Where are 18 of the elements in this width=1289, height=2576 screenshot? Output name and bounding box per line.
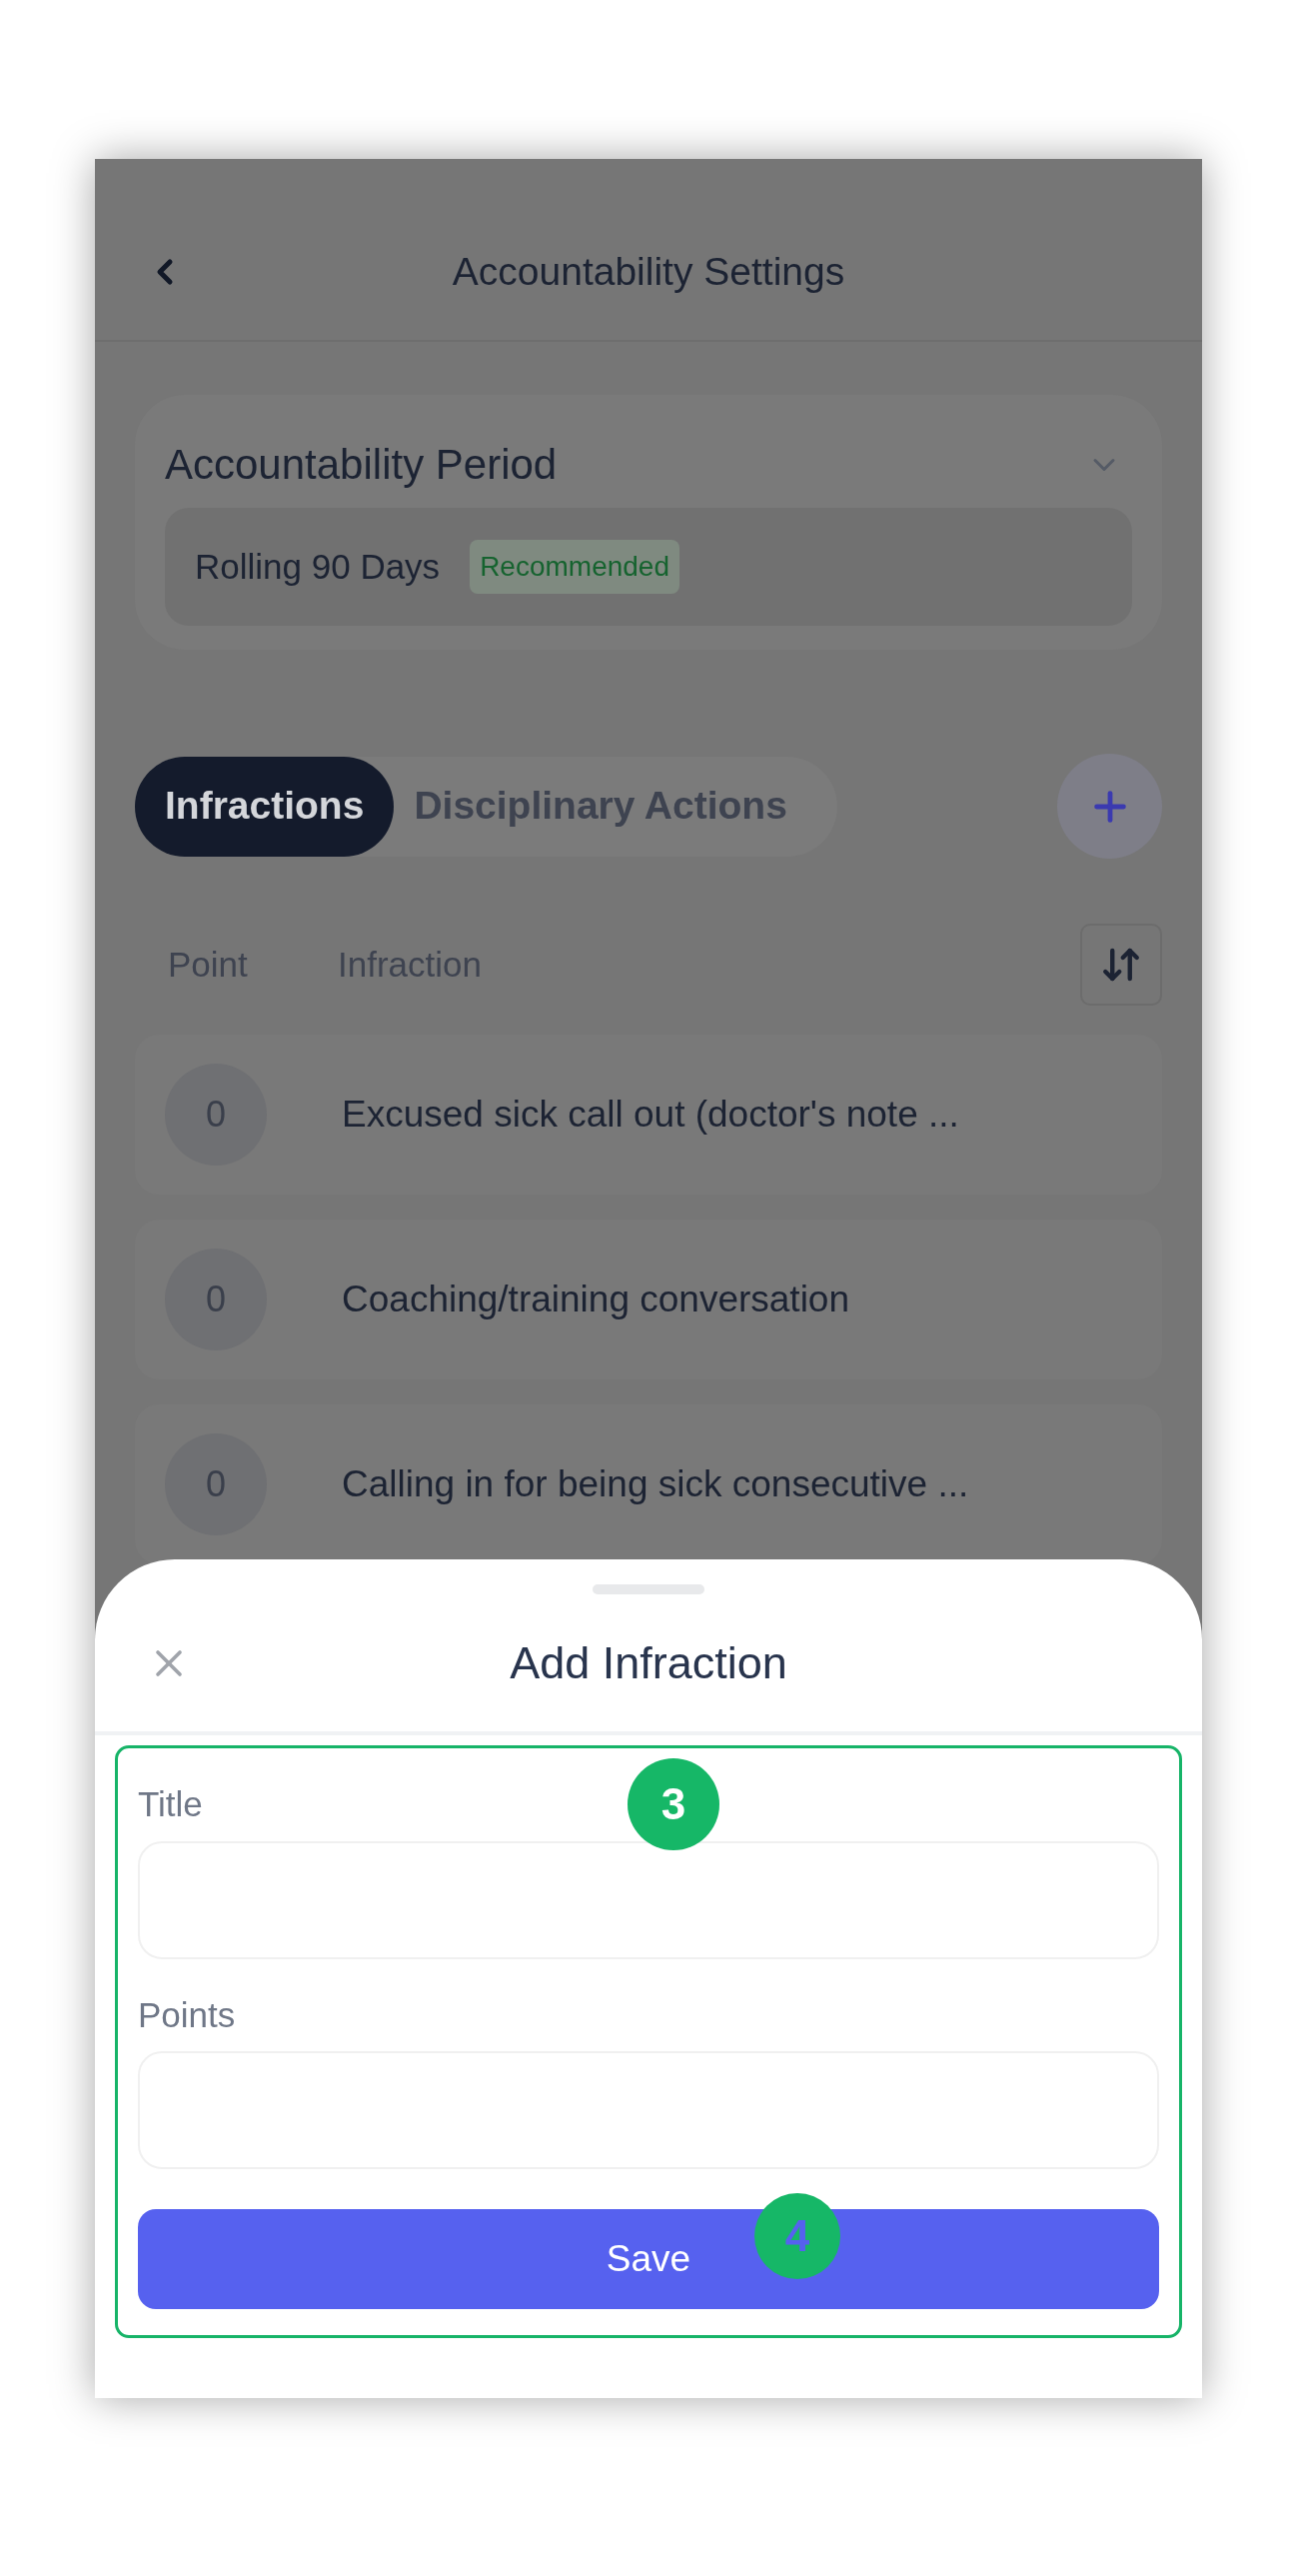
tab[interactable]: Disciplinary Actions (394, 756, 807, 857)
field-label: Title (138, 1783, 203, 1825)
tab[interactable]: Infractions (135, 756, 395, 857)
recommended-badge: Recommended (470, 540, 679, 594)
step-marker: 3 (628, 1758, 719, 1850)
period-value: Rolling 90 Days (195, 545, 441, 588)
period-label: Accountability Period (165, 440, 558, 490)
screen-title: Accountability Settings (451, 248, 846, 295)
sheet-title: Add Infraction (509, 1635, 788, 1690)
column-header: Point (168, 943, 249, 986)
infraction-name: Calling in for being sick consecutive ... (342, 1462, 969, 1507)
infraction-name: Excused sick call out (doctor's note ... (342, 1093, 959, 1138)
text-field[interactable] (138, 1840, 1159, 1959)
sort-button[interactable] (1080, 924, 1162, 1006)
field-label: Points (138, 1993, 236, 2036)
period-select[interactable]: Rolling 90 Days Recommended (165, 508, 1132, 626)
infraction-name: Coaching/training conversation (342, 1278, 850, 1322)
column-header: Infraction (338, 943, 482, 986)
